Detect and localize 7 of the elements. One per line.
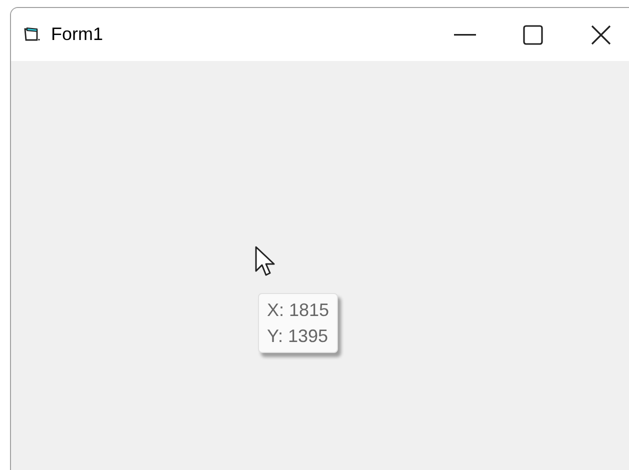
tooltip-text: X: 1815 <box>267 299 330 322</box>
close-icon <box>591 24 611 44</box>
maximize-icon <box>523 24 543 44</box>
window-title: Form1 <box>51 23 104 46</box>
tooltip-text: Y: 1395 <box>267 325 330 348</box>
minimize-icon <box>454 34 476 36</box>
form-icon <box>24 26 42 44</box>
